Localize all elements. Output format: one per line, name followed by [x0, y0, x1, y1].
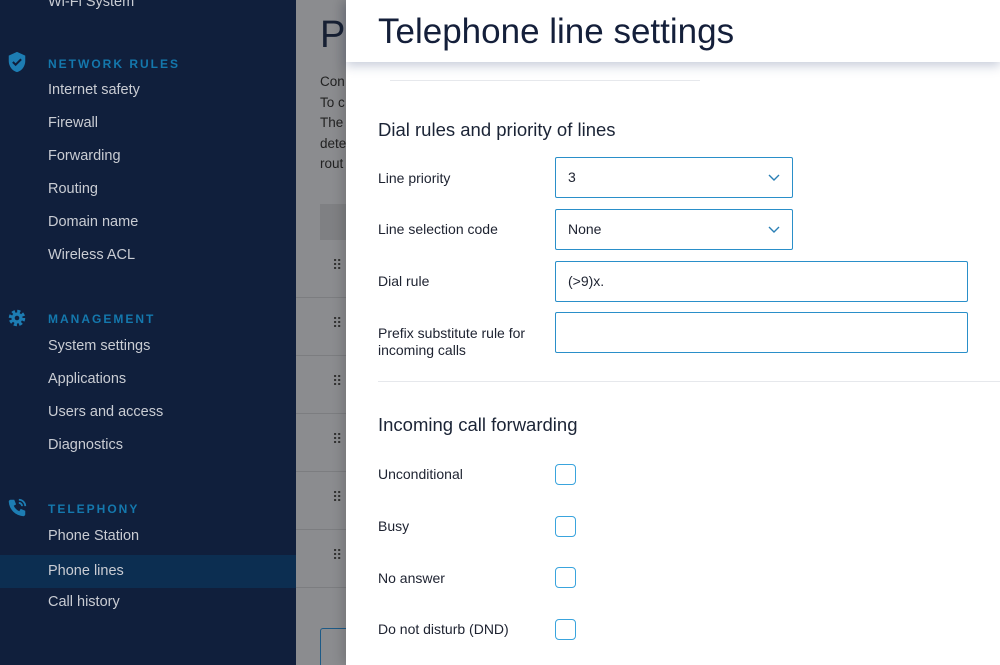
sidebar-item-users-and-access[interactable]: Users and access — [0, 396, 296, 429]
background-page-title: P — [320, 14, 346, 56]
sidebar: Wi-Fi System NETWORK RULES Internet safe… — [0, 0, 296, 665]
prefix-substitute-input[interactable] — [555, 312, 968, 353]
section-title-network-rules: NETWORK RULES — [48, 57, 180, 71]
text-line: To c — [320, 94, 345, 110]
sidebar-item-internet-safety[interactable]: Internet safety — [0, 74, 296, 107]
divider — [390, 80, 700, 81]
table-row: ⠿ — [296, 472, 346, 530]
sidebar-item-applications[interactable]: Applications — [0, 363, 296, 396]
drag-handle-icon[interactable]: ⠿ — [332, 490, 342, 504]
background-button — [320, 628, 346, 665]
dial-rule-label: Dial rule — [378, 273, 430, 289]
sidebar-item-firewall[interactable]: Firewall — [0, 107, 296, 140]
table-header — [320, 204, 346, 240]
table-row: ⠿ — [296, 298, 346, 356]
table-row: ⠿ — [296, 414, 346, 472]
sidebar-item-domain-name[interactable]: Domain name — [0, 206, 296, 239]
background-page-text: Con To c The dete rout — [320, 72, 346, 175]
dial-rules-heading: Dial rules and priority of lines — [378, 119, 616, 140]
line-selection-code-label: Line selection code — [378, 221, 498, 237]
background-page-overlay: P Con To c The dete rout ⠿ ⠿ ⠿ ⠿ ⠿ ⠿ — [296, 0, 346, 665]
chevron-down-icon — [768, 226, 780, 233]
dnd-checkbox[interactable] — [555, 619, 576, 640]
drag-handle-icon[interactable]: ⠿ — [332, 258, 342, 272]
table-row: ⠿ — [296, 530, 346, 588]
unconditional-checkbox[interactable] — [555, 464, 576, 485]
sidebar-item-wireless-acl[interactable]: Wireless ACL — [0, 239, 296, 272]
prefix-substitute-label: Prefix substitute rule for incoming call… — [378, 325, 526, 358]
sidebar-item-phone-station[interactable]: Phone Station — [0, 520, 296, 553]
line-priority-label: Line priority — [378, 170, 451, 186]
drag-handle-icon[interactable]: ⠿ — [332, 316, 342, 330]
dnd-label: Do not disturb (DND) — [378, 621, 509, 637]
call-forwarding-heading: Incoming call forwarding — [378, 414, 578, 435]
sidebar-item-call-history[interactable]: Call history — [0, 586, 296, 619]
dial-rule-input[interactable]: (>9)x. — [555, 261, 968, 302]
text-line: dete — [320, 135, 346, 151]
text-line: Con — [320, 74, 345, 89]
text-line: The — [320, 115, 344, 130]
unconditional-label: Unconditional — [378, 466, 463, 482]
no-answer-label: No answer — [378, 570, 445, 586]
shield-check-icon — [8, 51, 26, 73]
line-priority-value: 3 — [568, 169, 576, 185]
table-row: ⠿ — [296, 356, 346, 414]
sidebar-item-forwarding[interactable]: Forwarding — [0, 140, 296, 173]
sidebar-item-phone-lines[interactable]: Phone lines — [0, 555, 296, 588]
panel-title: Telephone line settings — [378, 12, 735, 51]
divider — [378, 381, 1000, 382]
line-selection-code-select[interactable]: None — [555, 209, 793, 250]
sidebar-item-system-settings[interactable]: System settings — [0, 330, 296, 363]
phone-call-icon — [8, 498, 27, 517]
line-settings-panel: Telephone line settings Dial rules and p… — [346, 0, 1000, 665]
drag-handle-icon[interactable]: ⠿ — [332, 374, 342, 388]
panel-header: Telephone line settings — [346, 0, 1000, 62]
busy-label: Busy — [378, 518, 410, 534]
line-selection-code-value: None — [568, 221, 602, 237]
section-title-telephony: TELEPHONY — [48, 502, 140, 516]
no-answer-checkbox[interactable] — [555, 567, 576, 588]
sidebar-item-routing[interactable]: Routing — [0, 173, 296, 206]
drag-handle-icon[interactable]: ⠿ — [332, 548, 342, 562]
drag-handle-icon[interactable]: ⠿ — [332, 432, 342, 446]
sidebar-item-wifi-system[interactable]: Wi-Fi System — [0, 0, 296, 19]
chevron-down-icon — [768, 174, 780, 181]
table-row: ⠿ — [296, 240, 346, 298]
gear-icon — [8, 309, 26, 327]
line-priority-select[interactable]: 3 — [555, 157, 793, 198]
busy-checkbox[interactable] — [555, 516, 576, 537]
sidebar-item-diagnostics[interactable]: Diagnostics — [0, 429, 296, 462]
section-title-management: MANAGEMENT — [48, 312, 156, 326]
text-line: rout — [320, 156, 344, 171]
